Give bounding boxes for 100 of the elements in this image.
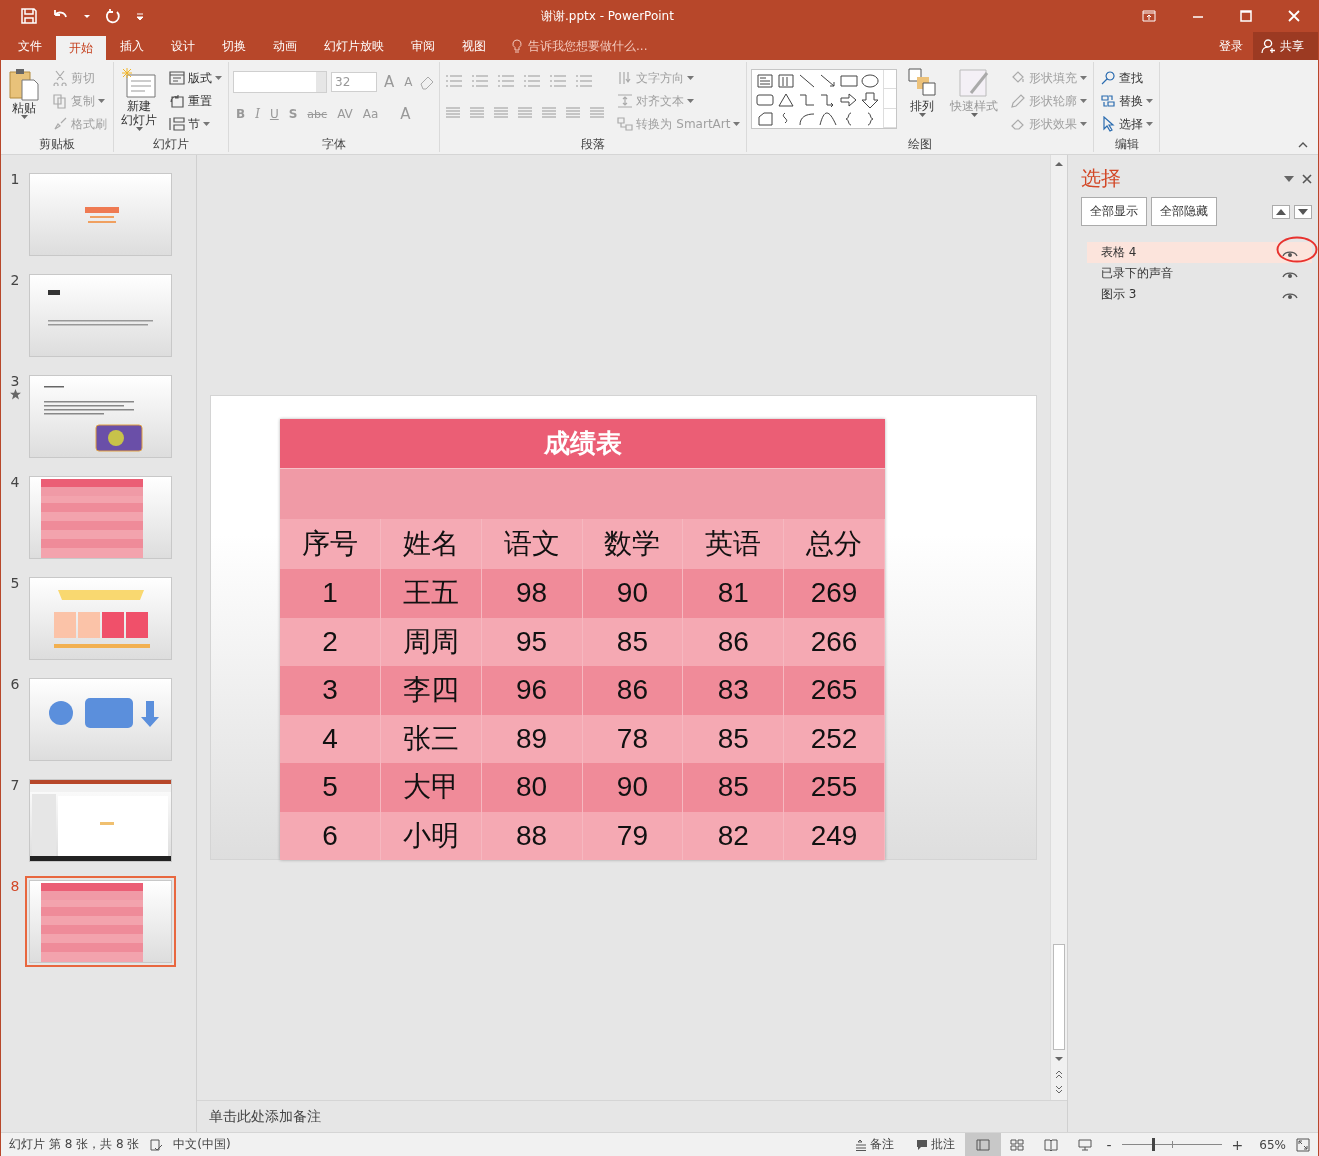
slide-number: 1 bbox=[10, 171, 20, 187]
slide-thumbnail[interactable] bbox=[29, 173, 172, 256]
spellcheck-icon[interactable] bbox=[149, 1137, 164, 1152]
shape-icon[interactable] bbox=[798, 73, 817, 89]
zoom-out-button[interactable]: - bbox=[1106, 1136, 1112, 1153]
close-icon[interactable] bbox=[1302, 173, 1312, 184]
notes-placeholder[interactable]: 单击此处添加备注 bbox=[209, 1107, 321, 1126]
ribbon-button[interactable]: 选择 bbox=[1098, 115, 1156, 133]
group-label: 剪贴板 bbox=[39, 137, 75, 151]
view-button[interactable] bbox=[964, 1133, 1001, 1156]
table-cell: 83 bbox=[683, 666, 785, 715]
selection-item[interactable]: 已录下的声音 bbox=[1087, 263, 1312, 284]
move-up-button[interactable] bbox=[1272, 204, 1290, 219]
selection-item[interactable]: 表格 4 bbox=[1087, 242, 1312, 263]
zoom-thumb[interactable] bbox=[1151, 1138, 1155, 1151]
table-cell: 98 bbox=[481, 569, 583, 618]
previous-slide-icon[interactable] bbox=[1054, 1068, 1064, 1080]
shape-icon[interactable] bbox=[819, 73, 838, 89]
ribbon-button[interactable]: 节 bbox=[167, 115, 224, 133]
move-down-button[interactable] bbox=[1294, 204, 1312, 219]
ribbon-tab[interactable]: 视图 bbox=[449, 32, 499, 60]
fit-to-window-icon[interactable] bbox=[1296, 1137, 1310, 1152]
notes-button[interactable]: 备注 bbox=[848, 1135, 900, 1154]
save-icon[interactable] bbox=[21, 8, 37, 24]
table-cell: 小明 bbox=[380, 811, 482, 860]
caret-icon bbox=[918, 113, 926, 117]
shape-icon[interactable] bbox=[798, 111, 817, 127]
shape-icon[interactable] bbox=[777, 92, 796, 108]
copy-icon bbox=[52, 93, 68, 109]
ribbon-tab[interactable]: 设计 bbox=[158, 32, 208, 60]
caret-icon bbox=[215, 76, 222, 80]
selection-item[interactable]: 图示 3 bbox=[1087, 284, 1312, 305]
ribbon-tab[interactable]: 审阅 bbox=[398, 32, 448, 60]
slide-thumbnail[interactable] bbox=[29, 476, 172, 559]
collapse-ribbon-icon[interactable] bbox=[1298, 142, 1308, 148]
caret-icon bbox=[687, 76, 695, 80]
ribbon-large-button[interactable]: 新建 幻灯片 bbox=[118, 65, 160, 136]
ribbon-large-button[interactable]: 排列 bbox=[904, 65, 941, 136]
up-triangle-icon bbox=[1276, 208, 1286, 215]
pane-title: 选择 bbox=[1081, 165, 1122, 192]
zoom-in-button[interactable]: + bbox=[1231, 1136, 1244, 1153]
shape-icon[interactable] bbox=[819, 111, 838, 127]
paintbrush-icon bbox=[52, 116, 68, 132]
slide-thumbnail[interactable] bbox=[29, 678, 172, 761]
language[interactable]: 中文(中国) bbox=[173, 1136, 231, 1153]
caret-icon bbox=[687, 99, 695, 103]
ribbon-large-button[interactable]: 粘贴 bbox=[5, 65, 43, 136]
ribbon-button[interactable]: 版式 bbox=[167, 69, 224, 87]
search-icon bbox=[1100, 70, 1117, 86]
cursor-arrow-icon bbox=[1100, 116, 1117, 132]
next-slide-icon[interactable] bbox=[1054, 1084, 1064, 1096]
tell-me-field[interactable]: 告诉我您想要做什么... bbox=[526, 38, 690, 54]
zoom-level[interactable]: 65% bbox=[1259, 1137, 1286, 1152]
notes-icon bbox=[854, 1138, 867, 1151]
caret-icon bbox=[1146, 122, 1154, 126]
slide-thumbnail[interactable] bbox=[29, 274, 172, 357]
shape-icon[interactable] bbox=[840, 92, 859, 108]
font-name-field[interactable] bbox=[233, 71, 327, 93]
ribbon-tab[interactable]: 幻灯片放映 bbox=[311, 32, 397, 60]
scroll-down-icon[interactable] bbox=[1054, 1054, 1064, 1064]
ribbon-tab[interactable]: 动画 bbox=[260, 32, 310, 60]
ribbon-button[interactable]: 查找 bbox=[1098, 69, 1156, 87]
slide-number: 5 bbox=[10, 575, 20, 591]
shape-icon[interactable] bbox=[861, 73, 880, 89]
shape-icon[interactable] bbox=[756, 111, 775, 127]
view-icon bbox=[1077, 1138, 1092, 1151]
shapes-gallery[interactable] bbox=[751, 69, 898, 129]
slide-thumbnail[interactable] bbox=[29, 577, 172, 660]
pane-options-caret-icon[interactable] bbox=[1284, 175, 1294, 182]
ribbon-button[interactable]: 重置 bbox=[167, 92, 224, 110]
sign-in-link[interactable]: 登录 bbox=[1219, 37, 1243, 55]
slide-thumbnail[interactable] bbox=[29, 779, 172, 862]
table-cell: 大甲 bbox=[380, 763, 482, 812]
slide-thumbnail[interactable] bbox=[29, 375, 172, 458]
group-label: 字体 bbox=[322, 137, 347, 151]
vertical-scrollbar[interactable] bbox=[1050, 155, 1067, 1100]
redo-icon[interactable] bbox=[105, 8, 121, 24]
ribbon-tab[interactable]: 开始 bbox=[56, 36, 106, 60]
table-cell: 265 bbox=[784, 666, 885, 715]
ribbon-display-icon[interactable] bbox=[1142, 10, 1156, 22]
ribbon-button[interactable]: 替换 bbox=[1098, 92, 1156, 110]
scroll-thumb[interactable] bbox=[1053, 944, 1065, 1050]
ribbon-tab[interactable]: 插入 bbox=[107, 32, 157, 60]
ribbon-tab[interactable]: 文件 bbox=[5, 32, 55, 60]
maximize-icon[interactable] bbox=[1240, 10, 1252, 22]
slide-number: 8 bbox=[10, 878, 20, 894]
slide-number: 7 bbox=[10, 777, 20, 793]
scroll-up-icon[interactable] bbox=[1054, 159, 1064, 169]
share-button[interactable]: 共享 bbox=[1253, 32, 1318, 60]
table-cell: 90 bbox=[582, 569, 684, 618]
pane-button[interactable]: 全部隐藏 bbox=[1151, 197, 1217, 226]
group-label: 幻灯片 bbox=[153, 137, 189, 151]
pane-button[interactable]: 全部显示 bbox=[1081, 197, 1147, 226]
font-size-field[interactable]: 32 bbox=[331, 72, 377, 92]
table-cell: 79 bbox=[582, 811, 684, 860]
shape-icon[interactable] bbox=[861, 92, 880, 108]
ribbon-tab[interactable]: 切换 bbox=[209, 32, 259, 60]
new-slide-icon bbox=[121, 67, 157, 99]
table-cell: 86 bbox=[582, 666, 684, 715]
comments-button[interactable]: 批注 bbox=[909, 1135, 961, 1154]
